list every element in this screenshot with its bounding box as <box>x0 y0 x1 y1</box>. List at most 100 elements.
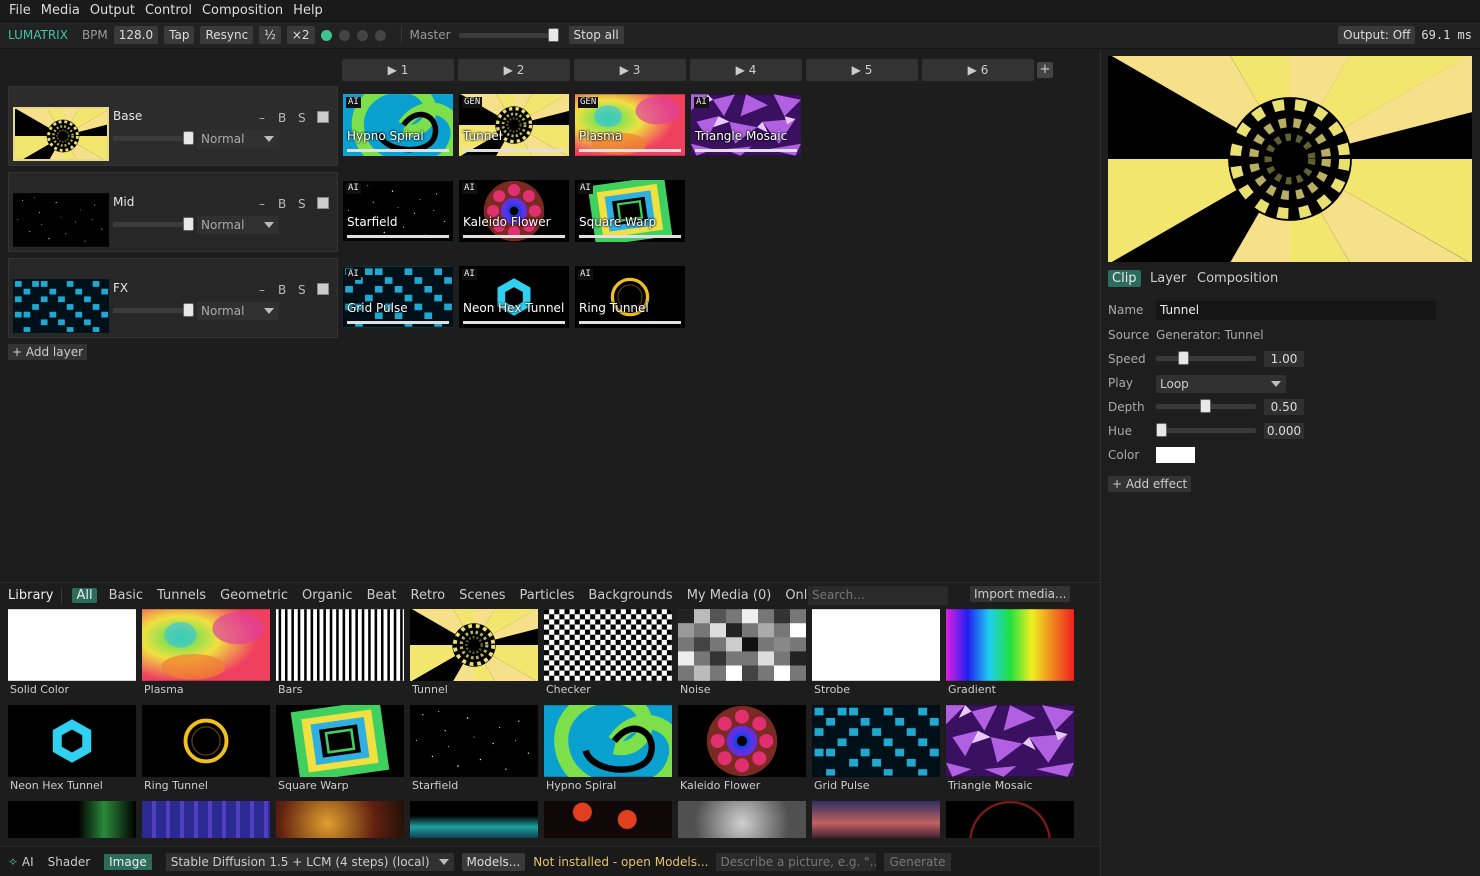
bpm-value-field[interactable]: 128.0 <box>113 26 159 44</box>
layer-bypass-button[interactable]: B <box>278 111 286 125</box>
clip-slot-mid-2[interactable]: AI Kaleido Flower <box>459 180 569 242</box>
clip-slot-mid-3[interactable]: AI Square Warp <box>575 180 685 242</box>
layer-opacity-slider[interactable] <box>113 217 194 231</box>
menu-media[interactable]: Media <box>41 3 80 18</box>
column-trigger-1[interactable]: ▶ 1 <box>342 59 454 81</box>
tab-basic[interactable]: Basic <box>109 588 143 603</box>
column-trigger-3[interactable]: ▶ 3 <box>574 59 686 81</box>
slider-thumb[interactable] <box>183 217 194 231</box>
library-tile-row3-5[interactable] <box>544 801 672 838</box>
resync-button[interactable]: Resync <box>200 26 254 44</box>
tab-tunnels[interactable]: Tunnels <box>157 588 206 603</box>
image-mode-tab[interactable]: Image <box>104 853 152 870</box>
clip-slot-fx-3[interactable]: AI Ring Tunnel <box>575 266 685 328</box>
import-media-button[interactable]: Import media... <box>970 586 1071 602</box>
tab-retro[interactable]: Retro <box>411 588 446 603</box>
library-tile-ring-tunnel[interactable] <box>142 705 270 777</box>
library-tile-solid-color[interactable] <box>8 609 136 681</box>
library-tile-row3-7[interactable] <box>812 801 940 838</box>
library-tile-neon-hex-tunnel[interactable] <box>8 705 136 777</box>
layer-row-fx[interactable]: FX Normal – B S <box>8 258 338 338</box>
prompt-input[interactable]: Describe a picture, e.g. "... <box>716 852 877 871</box>
library-tile-row3-4[interactable] <box>410 801 538 838</box>
output-toggle-button[interactable]: Output: Off <box>1338 26 1416 44</box>
master-slider[interactable] <box>458 28 559 42</box>
layer-stop-button[interactable] <box>317 111 329 123</box>
stop-all-button[interactable]: Stop all <box>568 26 624 44</box>
models-button[interactable]: Models... <box>461 852 526 871</box>
add-layer-button[interactable]: + Add layer <box>8 344 88 360</box>
layer-solo-button[interactable]: S <box>298 197 306 211</box>
library-tile-tunnel[interactable] <box>410 609 538 681</box>
column-trigger-5[interactable]: ▶ 5 <box>806 59 918 81</box>
blend-mode-select[interactable]: Normal <box>197 130 279 148</box>
slider-thumb[interactable] <box>183 131 194 145</box>
layer-solo-button[interactable]: S <box>298 283 306 297</box>
library-tile-row3-1[interactable] <box>8 801 136 838</box>
layer-row-mid[interactable]: Mid Normal – B S <box>8 172 338 252</box>
clip-slot-base-4[interactable]: AI Triangle Mosaic <box>691 94 801 156</box>
column-trigger-6[interactable]: ▶ 6 <box>922 59 1034 81</box>
layer-collapse-button[interactable]: – <box>259 283 265 297</box>
menu-help[interactable]: Help <box>293 3 323 18</box>
depth-slider-thumb[interactable] <box>1200 399 1211 413</box>
column-trigger-4[interactable]: ▶ 4 <box>690 59 802 81</box>
tab-organic[interactable]: Organic <box>302 588 353 603</box>
library-search-input[interactable]: Search... <box>808 586 948 605</box>
depth-value-field[interactable]: 0.50 <box>1264 399 1304 415</box>
menu-file[interactable]: File <box>9 3 31 18</box>
slider-thumb[interactable] <box>183 303 194 317</box>
menu-output[interactable]: Output <box>90 3 135 18</box>
tap-button[interactable]: Tap <box>164 26 195 44</box>
half-tempo-button[interactable]: ½ <box>259 26 281 44</box>
clip-slot-base-2[interactable]: GEN Tunnel <box>459 94 569 156</box>
ai-mode-indicator[interactable]: ✧ AI <box>8 855 34 869</box>
library-tile-grid-pulse[interactable] <box>812 705 940 777</box>
layer-row-base[interactable]: Base Normal – B S <box>8 86 338 166</box>
layer-stop-button[interactable] <box>317 197 329 209</box>
library-tile-starfield[interactable] <box>410 705 538 777</box>
library-tile-row3-8[interactable] <box>946 801 1074 838</box>
hue-value-field[interactable]: 0.000 <box>1264 423 1304 439</box>
library-tile-noise[interactable] <box>678 609 806 681</box>
column-trigger-2[interactable]: ▶ 2 <box>458 59 570 81</box>
library-tile-row3-6[interactable] <box>678 801 806 838</box>
clip-slot-mid-1[interactable]: AI Starfield <box>343 180 453 242</box>
library-tile-triangle-mosaic[interactable] <box>946 705 1074 777</box>
tab-clip[interactable]: Clip <box>1108 270 1141 287</box>
hue-slider-thumb[interactable] <box>1156 423 1167 437</box>
tab-all[interactable]: All <box>72 588 97 603</box>
shader-mode-tab[interactable]: Shader <box>48 855 91 869</box>
clip-slot-base-3[interactable]: GEN Plasma <box>575 94 685 156</box>
library-tile-row3-2[interactable] <box>142 801 270 838</box>
library-tile-hypno-spiral[interactable] <box>544 705 672 777</box>
layer-opacity-slider[interactable] <box>113 131 194 145</box>
layer-bypass-button[interactable]: B <box>278 197 286 211</box>
layer-bypass-button[interactable]: B <box>278 283 286 297</box>
menu-composition[interactable]: Composition <box>202 3 283 18</box>
clip-slot-fx-2[interactable]: AI Neon Hex Tunnel <box>459 266 569 328</box>
clip-slot-base-1[interactable]: AI Hypno Spiral <box>343 94 453 156</box>
layer-collapse-button[interactable]: – <box>259 111 265 125</box>
tab-beat[interactable]: Beat <box>367 588 397 603</box>
tab-geometric[interactable]: Geometric <box>220 588 288 603</box>
blend-mode-select[interactable]: Normal <box>197 216 279 234</box>
generate-button[interactable]: Generate <box>884 852 951 871</box>
depth-slider[interactable] <box>1156 399 1256 418</box>
model-select[interactable]: Stable Diffusion 1.5 + LCM (4 steps) (lo… <box>165 852 454 871</box>
library-tile-square-warp[interactable] <box>276 705 404 777</box>
layer-stop-button[interactable] <box>317 283 329 295</box>
add-effect-button[interactable]: + Add effect <box>1108 476 1192 492</box>
library-tile-strobe[interactable] <box>812 609 940 681</box>
menu-control[interactable]: Control <box>145 3 192 18</box>
tab-scenes[interactable]: Scenes <box>459 588 505 603</box>
tab-my-media[interactable]: My Media (0) <box>687 588 772 603</box>
layer-collapse-button[interactable]: – <box>259 197 265 211</box>
tab-backgrounds[interactable]: Backgrounds <box>588 588 672 603</box>
speed-slider-thumb[interactable] <box>1178 351 1189 365</box>
tab-layer[interactable]: Layer <box>1146 270 1190 287</box>
speed-value-field[interactable]: 1.00 <box>1264 351 1304 367</box>
clip-name-input[interactable]: Tunnel <box>1156 301 1436 320</box>
layer-opacity-slider[interactable] <box>113 303 194 317</box>
speed-slider[interactable] <box>1156 351 1256 370</box>
